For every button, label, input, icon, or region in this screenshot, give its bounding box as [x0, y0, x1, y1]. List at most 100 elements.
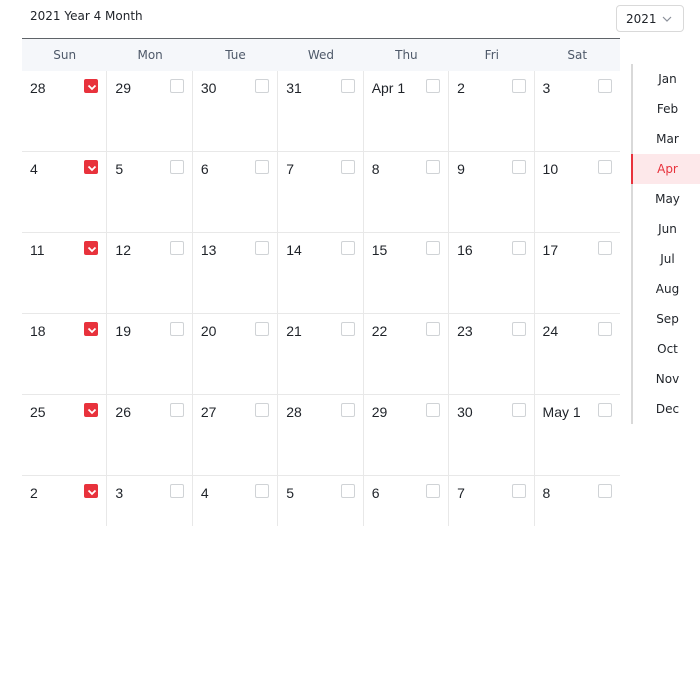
- day-cell[interactable]: 13: [193, 233, 279, 313]
- day-number: 20: [200, 323, 217, 339]
- day-checkbox[interactable]: [169, 79, 184, 93]
- day-cell[interactable]: 25: [22, 395, 108, 475]
- day-checkbox[interactable]: [426, 79, 441, 93]
- day-cell[interactable]: 7: [278, 152, 364, 232]
- day-cell[interactable]: 8: [364, 152, 450, 232]
- day-cell[interactable]: 9: [449, 152, 535, 232]
- day-checkbox[interactable]: [426, 484, 441, 498]
- day-cell[interactable]: 10: [535, 152, 620, 232]
- day-cell[interactable]: 2: [22, 476, 108, 526]
- day-checkbox[interactable]: [255, 241, 270, 255]
- day-cell[interactable]: 19: [107, 314, 193, 394]
- day-cell[interactable]: 28: [22, 71, 108, 151]
- day-cell[interactable]: 4: [193, 476, 279, 526]
- day-checkbox[interactable]: [597, 403, 612, 417]
- year-select[interactable]: 2021: [616, 5, 684, 32]
- day-cell[interactable]: 20: [193, 314, 279, 394]
- day-cell[interactable]: 5: [107, 152, 193, 232]
- day-cell[interactable]: 31: [278, 71, 364, 151]
- day-cell[interactable]: 6: [193, 152, 279, 232]
- month-item-jan[interactable]: Jan: [633, 64, 700, 94]
- day-cell[interactable]: 27: [193, 395, 279, 475]
- day-cell[interactable]: 5: [278, 476, 364, 526]
- day-cell[interactable]: 11: [22, 233, 108, 313]
- day-cell[interactable]: 14: [278, 233, 364, 313]
- day-checkbox[interactable]: [84, 403, 99, 417]
- month-item-apr[interactable]: Apr: [631, 154, 700, 184]
- day-number: 9: [457, 161, 465, 177]
- day-checkbox[interactable]: [340, 484, 355, 498]
- day-checkbox[interactable]: [426, 322, 441, 336]
- day-cell[interactable]: 4: [22, 152, 108, 232]
- day-checkbox[interactable]: [169, 322, 184, 336]
- day-checkbox[interactable]: [169, 403, 184, 417]
- day-checkbox[interactable]: [169, 484, 184, 498]
- month-item-dec[interactable]: Dec: [633, 394, 700, 424]
- day-checkbox[interactable]: [255, 160, 270, 174]
- day-checkbox[interactable]: [340, 322, 355, 336]
- day-cell[interactable]: 8: [535, 476, 620, 526]
- day-cell[interactable]: 23: [449, 314, 535, 394]
- day-cell[interactable]: 22: [364, 314, 450, 394]
- month-item-jul[interactable]: Jul: [633, 244, 700, 274]
- day-cell[interactable]: 30: [193, 71, 279, 151]
- month-item-mar[interactable]: Mar: [633, 124, 700, 154]
- day-cell[interactable]: 2: [449, 71, 535, 151]
- day-checkbox[interactable]: [426, 160, 441, 174]
- day-cell[interactable]: 29: [107, 71, 193, 151]
- month-item-may[interactable]: May: [633, 184, 700, 214]
- day-cell[interactable]: 16: [449, 233, 535, 313]
- day-checkbox[interactable]: [597, 241, 612, 255]
- month-item-sep[interactable]: Sep: [633, 304, 700, 334]
- month-item-feb[interactable]: Feb: [633, 94, 700, 124]
- day-checkbox[interactable]: [84, 160, 99, 174]
- day-cell[interactable]: 6: [364, 476, 450, 526]
- day-cell[interactable]: 3: [107, 476, 193, 526]
- day-checkbox[interactable]: [255, 322, 270, 336]
- day-cell[interactable]: May 1: [535, 395, 620, 475]
- check-icon: [88, 246, 97, 253]
- day-checkbox[interactable]: [597, 484, 612, 498]
- day-cell[interactable]: Apr 1: [364, 71, 450, 151]
- day-cell[interactable]: 3: [535, 71, 620, 151]
- day-checkbox[interactable]: [340, 79, 355, 93]
- month-item-nov[interactable]: Nov: [633, 364, 700, 394]
- day-cell[interactable]: 7: [449, 476, 535, 526]
- day-checkbox[interactable]: [511, 160, 526, 174]
- day-checkbox[interactable]: [169, 241, 184, 255]
- day-checkbox[interactable]: [511, 484, 526, 498]
- day-checkbox[interactable]: [511, 322, 526, 336]
- day-checkbox[interactable]: [340, 160, 355, 174]
- day-checkbox[interactable]: [255, 79, 270, 93]
- day-cell[interactable]: 26: [107, 395, 193, 475]
- day-cell[interactable]: 29: [364, 395, 450, 475]
- day-checkbox[interactable]: [597, 322, 612, 336]
- day-checkbox[interactable]: [340, 403, 355, 417]
- day-cell[interactable]: 15: [364, 233, 450, 313]
- day-checkbox[interactable]: [84, 322, 99, 336]
- month-item-jun[interactable]: Jun: [633, 214, 700, 244]
- day-checkbox[interactable]: [255, 403, 270, 417]
- day-cell[interactable]: 28: [278, 395, 364, 475]
- day-cell[interactable]: 17: [535, 233, 620, 313]
- day-checkbox[interactable]: [597, 79, 612, 93]
- day-checkbox[interactable]: [255, 484, 270, 498]
- day-checkbox[interactable]: [340, 241, 355, 255]
- month-item-aug[interactable]: Aug: [633, 274, 700, 304]
- day-cell[interactable]: 18: [22, 314, 108, 394]
- day-checkbox[interactable]: [511, 79, 526, 93]
- day-checkbox[interactable]: [511, 403, 526, 417]
- month-item-oct[interactable]: Oct: [633, 334, 700, 364]
- day-checkbox[interactable]: [84, 241, 99, 255]
- day-cell[interactable]: 12: [107, 233, 193, 313]
- day-cell[interactable]: 21: [278, 314, 364, 394]
- day-checkbox[interactable]: [597, 160, 612, 174]
- day-cell[interactable]: 24: [535, 314, 620, 394]
- day-checkbox[interactable]: [426, 403, 441, 417]
- day-checkbox[interactable]: [511, 241, 526, 255]
- day-checkbox[interactable]: [84, 484, 99, 498]
- day-checkbox[interactable]: [84, 79, 99, 93]
- day-checkbox[interactable]: [426, 241, 441, 255]
- day-checkbox[interactable]: [169, 160, 184, 174]
- day-cell[interactable]: 30: [449, 395, 535, 475]
